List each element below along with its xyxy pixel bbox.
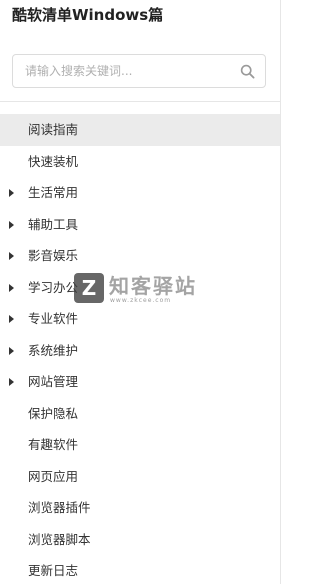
sidebar-item[interactable]: 更新日志: [0, 555, 280, 584]
sidebar-item[interactable]: 专业软件: [0, 303, 280, 335]
sidebar-item-label: 更新日志: [28, 563, 79, 578]
sidebar-item[interactable]: 辅助工具: [0, 209, 280, 241]
sidebar-item[interactable]: 快速装机: [0, 146, 280, 178]
sidebar-item-label: 浏览器脚本: [28, 531, 91, 547]
sidebar-item[interactable]: 影音娱乐: [0, 240, 280, 272]
sidebar-item-label: 阅读指南: [28, 122, 79, 137]
sidebar-title: 酷软清单Windows篇: [12, 6, 164, 24]
caret-right-icon[interactable]: [9, 189, 14, 197]
sidebar-item[interactable]: 网站管理: [0, 366, 280, 398]
sidebar-item-label: 学习办公: [28, 279, 79, 295]
sidebar-item-label: 专业软件: [28, 311, 79, 326]
sidebar-item[interactable]: 网页应用: [0, 461, 280, 493]
sidebar-item[interactable]: 浏览器脚本: [0, 524, 280, 556]
sidebar-item[interactable]: 生活常用: [0, 177, 280, 209]
caret-right-icon[interactable]: [9, 252, 14, 260]
sidebar-item[interactable]: 系统维护: [0, 335, 280, 367]
search-input[interactable]: [13, 55, 231, 87]
search-icon[interactable]: [240, 64, 255, 79]
sidebar-item[interactable]: 有趣软件: [0, 429, 280, 461]
caret-right-icon[interactable]: [9, 378, 14, 386]
sidebar-item-label: 辅助工具: [28, 216, 79, 232]
sidebar-item-label: 网站管理: [28, 374, 79, 389]
sidebar: 酷软清单Windows篇 阅读指南快速装机生活常用辅助工具影音娱乐学习办公专业软…: [0, 0, 281, 584]
sidebar-item[interactable]: 学习办公: [0, 272, 280, 304]
sidebar-item-label: 快速装机: [28, 153, 79, 169]
caret-right-icon[interactable]: [9, 315, 14, 323]
caret-right-icon[interactable]: [9, 220, 14, 229]
divider: [0, 101, 281, 102]
sidebar-item[interactable]: 阅读指南: [0, 114, 280, 146]
nav-menu: 阅读指南快速装机生活常用辅助工具影音娱乐学习办公专业软件系统维护网站管理保护隐私…: [0, 114, 280, 584]
sidebar-item-label: 生活常用: [28, 185, 79, 200]
sidebar-item[interactable]: 浏览器插件: [0, 492, 280, 524]
caret-right-icon[interactable]: [9, 283, 14, 292]
sidebar-item[interactable]: 保护隐私: [0, 398, 280, 430]
sidebar-item-label: 保护隐私: [28, 405, 79, 421]
sidebar-item-label: 系统维护: [28, 342, 79, 358]
search-box[interactable]: [12, 54, 266, 88]
caret-right-icon[interactable]: [9, 346, 14, 355]
sidebar-item-label: 有趣软件: [28, 437, 79, 452]
sidebar-item-label: 影音娱乐: [28, 248, 79, 263]
sidebar-item-label: 浏览器插件: [28, 500, 91, 515]
sidebar-item-label: 网页应用: [28, 468, 79, 484]
